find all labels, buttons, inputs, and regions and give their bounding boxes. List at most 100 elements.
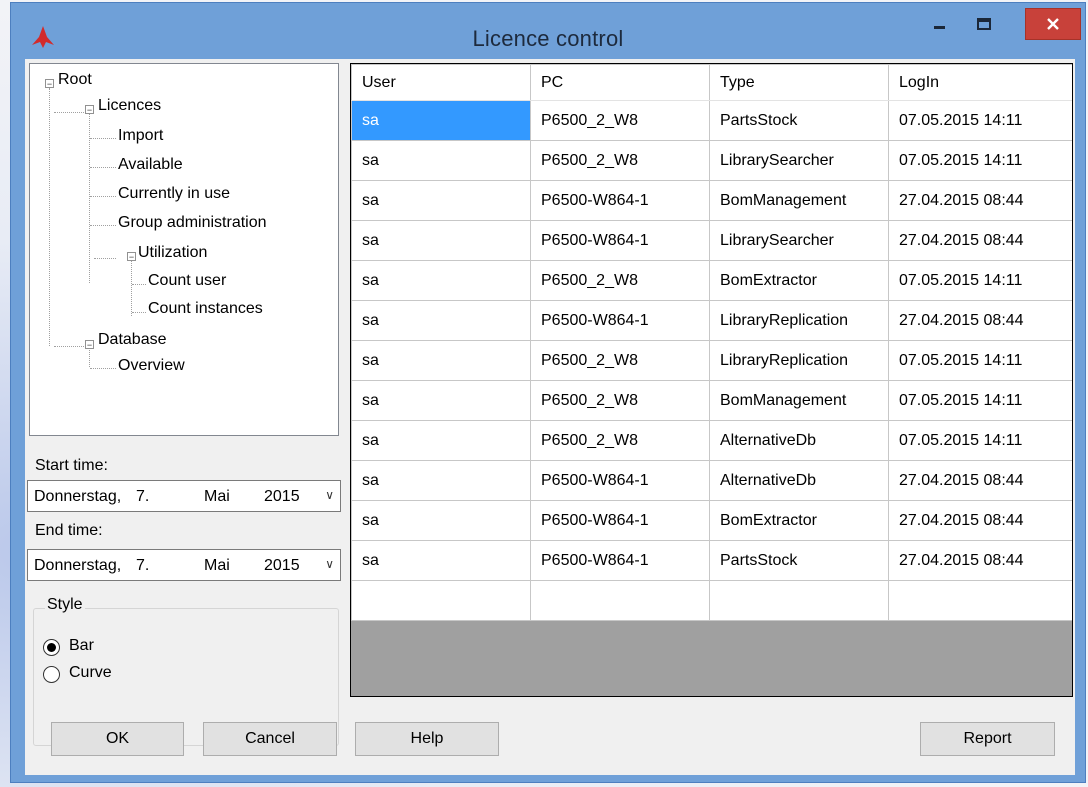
- cancel-button[interactable]: Cancel: [203, 722, 337, 756]
- table-cell[interactable]: P6500_2_W8: [530, 140, 710, 181]
- bar-radio[interactable]: [43, 639, 60, 656]
- tree-item-count-instances[interactable]: Count instances: [148, 300, 263, 318]
- tree-item-database[interactable]: Database: [98, 331, 167, 349]
- table-cell[interactable]: sa: [351, 460, 531, 501]
- tree-item-count-user[interactable]: Count user: [148, 272, 226, 290]
- maximize-button[interactable]: [969, 9, 999, 39]
- title-bar[interactable]: Licence control: [11, 3, 1085, 59]
- table-cell[interactable]: PartsStock: [709, 100, 889, 141]
- column-header-user[interactable]: User: [351, 64, 531, 101]
- chevron-down-icon[interactable]: ∨: [325, 557, 334, 571]
- table-row[interactable]: sa P6500_2_W8 BomManagement 07.05.2015 1…: [351, 380, 1072, 421]
- table-cell[interactable]: LibrarySearcher: [709, 220, 889, 261]
- tree-item-licences[interactable]: Licences: [98, 97, 161, 115]
- column-header-pc[interactable]: PC: [530, 64, 710, 101]
- close-button[interactable]: [1025, 8, 1081, 40]
- table-cell[interactable]: sa: [351, 100, 531, 141]
- tree-item-import[interactable]: Import: [118, 127, 163, 145]
- table-cell[interactable]: 07.05.2015 14:11: [888, 340, 1072, 381]
- tree-item-utilization[interactable]: Utilization: [138, 244, 207, 262]
- end-time-picker[interactable]: Donnerstag, 7. Mai 2015 ∨: [27, 549, 341, 581]
- table-cell[interactable]: sa: [351, 420, 531, 461]
- curve-radio[interactable]: [43, 666, 60, 683]
- start-time-picker[interactable]: Donnerstag, 7. Mai 2015 ∨: [27, 480, 341, 512]
- table-cell[interactable]: P6500-W864-1: [530, 220, 710, 261]
- table-cell[interactable]: sa: [351, 540, 531, 581]
- ok-button[interactable]: OK: [51, 722, 184, 756]
- table-cell[interactable]: sa: [351, 380, 531, 421]
- table-cell[interactable]: P6500-W864-1: [530, 500, 710, 541]
- table-cell[interactable]: sa: [351, 500, 531, 541]
- table-row[interactable]: sa P6500-W864-1 BomManagement 27.04.2015…: [351, 180, 1072, 221]
- tree-item-overview[interactable]: Overview: [118, 357, 185, 375]
- table-row[interactable]: sa P6500_2_W8 LibrarySearcher 07.05.2015…: [351, 140, 1072, 181]
- table-cell[interactable]: BomManagement: [709, 180, 889, 221]
- table-cell[interactable]: AlternativeDb: [709, 420, 889, 461]
- tree-item-root[interactable]: Root: [58, 71, 92, 89]
- navigation-tree[interactable]: − Root − Licences Import Available Curre…: [29, 63, 339, 436]
- table-cell[interactable]: LibraryReplication: [709, 300, 889, 341]
- table-cell[interactable]: P6500-W864-1: [530, 180, 710, 221]
- table-cell[interactable]: P6500-W864-1: [530, 300, 710, 341]
- table-cell[interactable]: P6500_2_W8: [530, 260, 710, 301]
- table-cell[interactable]: 27.04.2015 08:44: [888, 460, 1072, 501]
- collapse-root-icon[interactable]: −: [45, 79, 54, 89]
- table-row[interactable]: sa P6500_2_W8 BomExtractor 07.05.2015 14…: [351, 260, 1072, 301]
- table-cell[interactable]: 07.05.2015 14:11: [888, 100, 1072, 141]
- curve-radio-label[interactable]: Curve: [69, 664, 112, 682]
- table-cell[interactable]: sa: [351, 300, 531, 341]
- table-cell[interactable]: 27.04.2015 08:44: [888, 180, 1072, 221]
- table-cell[interactable]: 27.04.2015 08:44: [888, 500, 1072, 541]
- table-cell[interactable]: sa: [351, 140, 531, 181]
- table-cell-empty[interactable]: [530, 580, 710, 621]
- table-cell[interactable]: 07.05.2015 14:11: [888, 380, 1072, 421]
- table-cell[interactable]: 07.05.2015 14:11: [888, 420, 1072, 461]
- table-cell[interactable]: P6500-W864-1: [530, 460, 710, 501]
- table-cell[interactable]: PartsStock: [709, 540, 889, 581]
- table-row[interactable]: sa P6500-W864-1 LibrarySearcher 27.04.20…: [351, 220, 1072, 261]
- collapse-licences-icon[interactable]: −: [85, 105, 94, 115]
- table-new-row[interactable]: [351, 580, 1072, 621]
- report-button[interactable]: Report: [920, 722, 1055, 756]
- table-row[interactable]: sa P6500-W864-1 LibraryReplication 27.04…: [351, 300, 1072, 341]
- table-cell[interactable]: 27.04.2015 08:44: [888, 220, 1072, 261]
- tree-item-currently-in-use[interactable]: Currently in use: [118, 185, 230, 203]
- table-cell[interactable]: P6500_2_W8: [530, 380, 710, 421]
- table-cell[interactable]: BomExtractor: [709, 260, 889, 301]
- table-row[interactable]: sa P6500_2_W8 LibraryReplication 07.05.2…: [351, 340, 1072, 381]
- table-cell[interactable]: 07.05.2015 14:11: [888, 140, 1072, 181]
- table-row[interactable]: sa P6500-W864-1 BomExtractor 27.04.2015 …: [351, 500, 1072, 541]
- table-cell[interactable]: LibraryReplication: [709, 340, 889, 381]
- collapse-database-icon[interactable]: −: [85, 340, 94, 350]
- table-cell[interactable]: sa: [351, 220, 531, 261]
- chevron-down-icon[interactable]: ∨: [325, 488, 334, 502]
- table-cell-empty[interactable]: [888, 580, 1072, 621]
- table-cell[interactable]: P6500_2_W8: [530, 340, 710, 381]
- column-header-login[interactable]: LogIn: [888, 64, 1072, 101]
- table-row[interactable]: sa P6500-W864-1 AlternativeDb 27.04.2015…: [351, 460, 1072, 501]
- table-cell[interactable]: LibrarySearcher: [709, 140, 889, 181]
- table-cell[interactable]: P6500_2_W8: [530, 100, 710, 141]
- table-cell[interactable]: BomManagement: [709, 380, 889, 421]
- collapse-utilization-icon[interactable]: −: [127, 252, 136, 262]
- help-button[interactable]: Help: [355, 722, 499, 756]
- table-cell[interactable]: AlternativeDb: [709, 460, 889, 501]
- table-cell-empty[interactable]: [709, 580, 889, 621]
- table-cell[interactable]: 27.04.2015 08:44: [888, 540, 1072, 581]
- table-cell[interactable]: BomExtractor: [709, 500, 889, 541]
- minimize-button[interactable]: [925, 9, 955, 39]
- tree-item-group-administration[interactable]: Group administration: [118, 214, 267, 232]
- table-cell[interactable]: 27.04.2015 08:44: [888, 300, 1072, 341]
- licence-data-grid[interactable]: User PC Type LogIn sa P6500_2_W8 PartsSt…: [350, 63, 1073, 697]
- table-cell[interactable]: P6500-W864-1: [530, 540, 710, 581]
- table-cell-empty[interactable]: [351, 580, 531, 621]
- table-row[interactable]: sa P6500-W864-1 PartsStock 27.04.2015 08…: [351, 540, 1072, 581]
- table-cell[interactable]: sa: [351, 340, 531, 381]
- bar-radio-label[interactable]: Bar: [69, 637, 94, 655]
- table-cell[interactable]: P6500_2_W8: [530, 420, 710, 461]
- table-cell[interactable]: sa: [351, 180, 531, 221]
- column-header-type[interactable]: Type: [709, 64, 889, 101]
- tree-item-available[interactable]: Available: [118, 156, 183, 174]
- table-cell[interactable]: 07.05.2015 14:11: [888, 260, 1072, 301]
- table-cell[interactable]: sa: [351, 260, 531, 301]
